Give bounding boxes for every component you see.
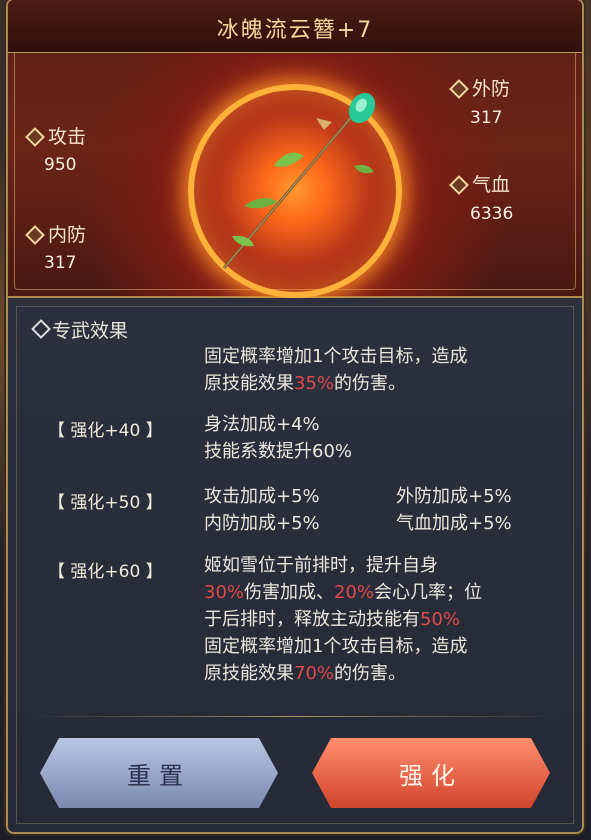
- tier-line: 身法加成+4%: [204, 414, 320, 435]
- tier-line: 攻击加成+5%: [204, 486, 320, 507]
- tier-line: 气血加成+5%: [396, 513, 512, 534]
- reset-button[interactable]: 重置: [40, 738, 278, 808]
- hairpin-icon: [222, 92, 376, 269]
- tier-line: 内防加成+5%: [204, 513, 320, 534]
- title-bar: 冰魄流云簪+7: [8, 0, 582, 53]
- tier-label: 【 强化+50 】: [48, 493, 163, 513]
- tier-line: 于后排时，释放主动技能有50%: [204, 607, 460, 633]
- stat-attack-label: 攻击: [48, 126, 87, 148]
- text-segment: 的伤害。: [334, 373, 407, 394]
- text-segment: 的伤害。: [334, 663, 407, 684]
- tier-line: 固定概率增加1个攻击目标，造成: [204, 636, 468, 657]
- stat-outer-defense-label: 外防: [472, 78, 511, 100]
- text-segment: 于后排时，释放主动技能有: [204, 609, 420, 630]
- stat-inner-defense-value: 317: [44, 253, 77, 273]
- text-segment: 会心几率；位: [374, 582, 483, 603]
- diamond-icon: [449, 79, 469, 99]
- text-segment: 原技能效果: [204, 373, 294, 394]
- diamond-icon: [25, 127, 45, 147]
- tier-line: 技能系数提升60%: [204, 441, 353, 462]
- stat-attack-value: 950: [44, 155, 77, 175]
- diamond-icon: [449, 175, 469, 195]
- item-header: 冰魄流云簪+7 攻击 950 内防 317 外防 317 气血 6336: [8, 0, 582, 298]
- percent-highlight: 30%: [204, 582, 245, 603]
- item-title: 冰魄流云簪+7: [216, 18, 374, 43]
- diamond-icon: [25, 225, 45, 245]
- stat-hp-label: 气血: [472, 174, 511, 196]
- tier-line: 外防加成+5%: [396, 486, 512, 507]
- percent-highlight: 20%: [334, 582, 375, 603]
- stat-hp-value: 6336: [470, 204, 514, 224]
- tier-line: 30%伤害加成、20%会心几率；位: [204, 580, 482, 606]
- tier-line: 原技能效果70%的伤害。: [204, 661, 406, 687]
- tier-label: 【 强化+60 】: [48, 562, 163, 582]
- base-effect-line: 原技能效果35%的伤害。: [204, 371, 406, 397]
- percent-highlight: 70%: [294, 663, 335, 684]
- enhance-button[interactable]: 强化: [312, 738, 550, 808]
- percent-highlight: 35%: [294, 373, 335, 394]
- text-segment: 原技能效果: [204, 663, 294, 684]
- base-effect-line: 固定概率增加1个攻击目标，造成: [204, 346, 468, 367]
- equipment-detail-panel: 冰魄流云簪+7 攻击 950 内防 317 外防 317 气血 6336 专武效…: [8, 0, 582, 832]
- stat-inner-defense-label: 内防: [48, 224, 87, 246]
- percent-highlight: 50%: [420, 609, 461, 630]
- text-segment: 伤害加成、: [244, 582, 335, 603]
- tier-line: 姬如雪位于前排时，提升自身: [204, 555, 438, 576]
- divider: [30, 716, 560, 717]
- stat-outer-defense-value: 317: [470, 108, 503, 128]
- tier-label: 【 强化+40 】: [48, 421, 163, 441]
- effect-heading: 专武效果: [52, 320, 129, 342]
